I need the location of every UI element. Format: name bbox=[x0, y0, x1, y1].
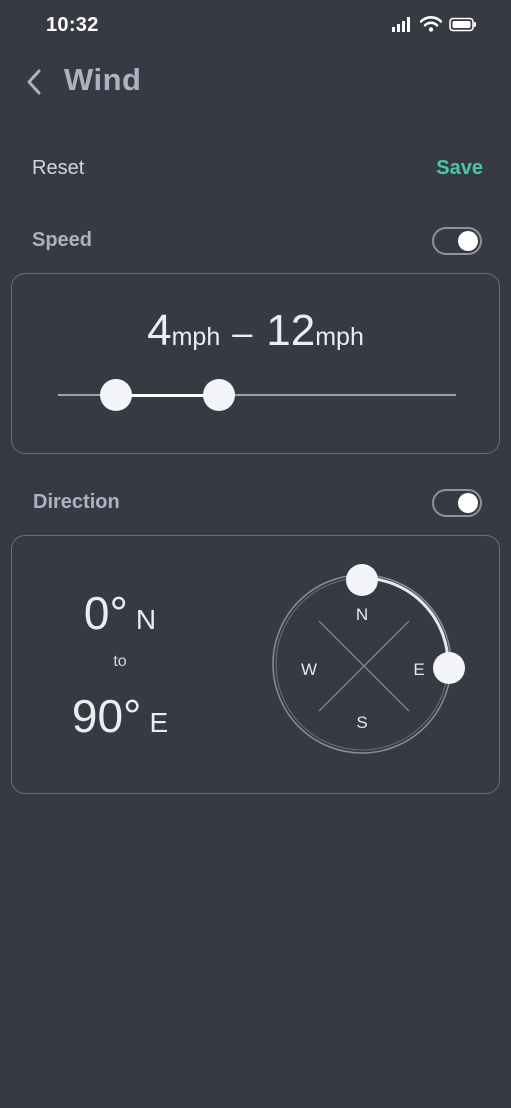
speed-range-display: 4mph –12mph bbox=[12, 306, 499, 356]
direction-from: 0° N bbox=[50, 586, 190, 640]
status-icons bbox=[391, 16, 477, 32]
to-label: to bbox=[113, 653, 127, 670]
toggle-knob bbox=[458, 493, 478, 513]
speed-min-thumb[interactable] bbox=[99, 379, 132, 411]
speed-max-value: 12 bbox=[266, 306, 316, 355]
chevron-left-icon bbox=[27, 69, 41, 95]
toggle-knob bbox=[458, 231, 478, 251]
compass-s-label: S bbox=[356, 713, 367, 732]
save-button[interactable]: Save bbox=[436, 157, 483, 180]
direction-arc bbox=[361, 576, 450, 665]
speed-min-unit: mph bbox=[171, 323, 221, 351]
wifi-icon bbox=[420, 16, 442, 32]
speed-min-value: 4 bbox=[147, 306, 172, 355]
compass-e-label: E bbox=[413, 660, 424, 679]
direction-to: 90° E bbox=[50, 689, 190, 743]
speed-max-thumb[interactable] bbox=[203, 379, 236, 411]
from-cardinal: N bbox=[135, 604, 157, 635]
status-time: 10:32 bbox=[46, 14, 99, 36]
compass-from-handle[interactable] bbox=[346, 564, 378, 596]
speed-label: Speed bbox=[32, 229, 93, 251]
to-cardinal: E bbox=[149, 707, 169, 738]
battery-icon bbox=[449, 17, 476, 31]
speed-card: 4mph –12mph bbox=[11, 273, 500, 454]
direction-label: Direction bbox=[33, 491, 120, 513]
back-button[interactable] bbox=[22, 66, 46, 98]
speed-toggle[interactable] bbox=[432, 227, 482, 255]
reset-button[interactable]: Reset bbox=[32, 157, 84, 180]
from-degrees: 0° bbox=[83, 587, 128, 639]
to-degrees: 90° bbox=[71, 690, 142, 742]
range-dash: – bbox=[232, 312, 253, 353]
signal-icon bbox=[392, 17, 410, 32]
compass-to-handle[interactable] bbox=[433, 652, 465, 684]
direction-card: 0° N to 90° E N E S W bbox=[11, 535, 500, 794]
compass-n-label: N bbox=[356, 605, 368, 624]
direction-toggle[interactable] bbox=[432, 489, 482, 517]
compass-dial[interactable]: N E S W bbox=[262, 556, 472, 766]
compass-w-label: W bbox=[301, 660, 317, 679]
page-title: Wind bbox=[64, 62, 142, 97]
speed-max-unit: mph bbox=[315, 323, 364, 351]
